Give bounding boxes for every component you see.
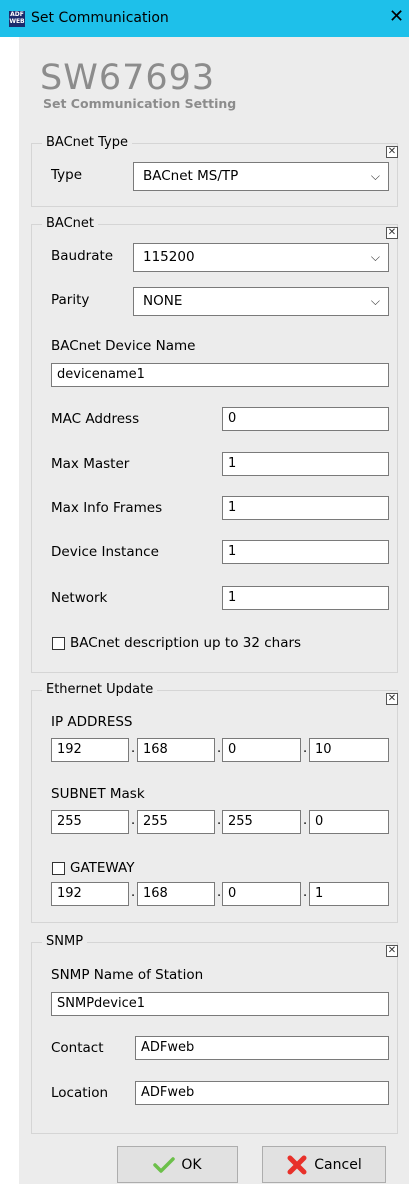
desc32-label: BACnet description up to 32 chars xyxy=(70,635,302,651)
gateway-octet-2[interactable]: 168 xyxy=(137,882,215,906)
mac-address-input[interactable]: 0 xyxy=(222,407,389,431)
desc32-checkbox[interactable] xyxy=(52,637,65,650)
group-title: Ethernet Update xyxy=(42,682,158,697)
subnet-octet-2[interactable]: 255 xyxy=(137,810,215,834)
device-name-label: BACnet Device Name xyxy=(51,338,196,354)
octet-dot: . xyxy=(217,741,222,756)
gateway-octet-3[interactable]: 0 xyxy=(222,882,301,906)
subnet-octet-1[interactable]: 255 xyxy=(51,810,129,834)
network-label: Network xyxy=(51,590,108,606)
close-box-icon[interactable]: ✕ xyxy=(386,146,398,158)
title-bar: ADF WEB Set Communication ✕ xyxy=(0,0,409,37)
octet-dot: . xyxy=(217,885,222,900)
snmp-station-input[interactable]: SNMPdevice1 xyxy=(51,992,389,1016)
subnet-octet-4[interactable]: 0 xyxy=(309,810,389,834)
octet-dot: . xyxy=(303,813,308,828)
device-name-input[interactable]: devicename1 xyxy=(51,363,389,387)
parity-label: Parity xyxy=(51,292,90,308)
device-instance-label: Device Instance xyxy=(51,544,159,560)
max-master-input[interactable]: 1 xyxy=(222,452,389,476)
ip-octet-3[interactable]: 0 xyxy=(222,738,301,762)
checkmark-icon xyxy=(153,1156,176,1173)
ip-octet-1[interactable]: 192 xyxy=(51,738,129,762)
gateway-label: GATEWAY xyxy=(70,860,135,876)
max-master-label: Max Master xyxy=(51,456,130,472)
snmp-station-label: SNMP Name of Station xyxy=(51,967,204,983)
octet-dot: . xyxy=(131,741,136,756)
ok-button[interactable]: OK xyxy=(117,1146,238,1183)
chevron-down-icon: ⌵ xyxy=(370,169,380,183)
max-info-frames-label: Max Info Frames xyxy=(51,500,163,516)
group-title: BACnet Type xyxy=(42,135,132,150)
chevron-down-icon: ⌵ xyxy=(370,250,380,264)
octet-dot: . xyxy=(131,813,136,828)
location-label: Location xyxy=(51,1085,109,1101)
baudrate-label: Baudrate xyxy=(51,248,114,264)
left-margin xyxy=(0,37,19,1195)
contact-label: Contact xyxy=(51,1040,104,1056)
contact-input[interactable]: ADFweb xyxy=(135,1036,389,1060)
bottom-margin xyxy=(0,1184,409,1195)
cancel-x-icon xyxy=(287,1155,307,1174)
group-title: BACnet xyxy=(42,216,98,231)
subnet-label: SUBNET Mask xyxy=(51,786,145,802)
device-instance-input[interactable]: 1 xyxy=(222,540,389,564)
ip-octet-2[interactable]: 168 xyxy=(137,738,215,762)
cancel-label: Cancel xyxy=(314,1156,362,1173)
close-box-icon[interactable]: ✕ xyxy=(386,227,398,239)
ok-label: OK xyxy=(181,1156,202,1173)
location-input[interactable]: ADFweb xyxy=(135,1081,389,1105)
baudrate-select[interactable]: 115200 ⌵ xyxy=(133,243,389,272)
parity-select[interactable]: NONE ⌵ xyxy=(133,287,389,316)
close-box-icon[interactable]: ✕ xyxy=(386,945,398,957)
subnet-octet-3[interactable]: 255 xyxy=(222,810,301,834)
octet-dot: . xyxy=(303,741,308,756)
ip-address-label: IP ADDRESS xyxy=(51,714,133,730)
gateway-checkbox[interactable] xyxy=(52,862,65,875)
close-icon[interactable]: ✕ xyxy=(389,6,404,27)
octet-dot: . xyxy=(303,885,308,900)
max-info-frames-input[interactable]: 1 xyxy=(222,496,389,520)
octet-dot: . xyxy=(131,885,136,900)
network-input[interactable]: 1 xyxy=(222,586,389,610)
ip-octet-4[interactable]: 10 xyxy=(309,738,389,762)
octet-dot: . xyxy=(217,813,222,828)
page-subtitle: Set Communication Setting xyxy=(43,96,237,111)
gateway-octet-4[interactable]: 1 xyxy=(309,882,389,906)
cancel-button[interactable]: Cancel xyxy=(262,1146,386,1183)
window-title: Set Communication xyxy=(31,10,169,26)
type-label: Type xyxy=(51,167,83,183)
mac-address-label: MAC Address xyxy=(51,411,140,427)
chevron-down-icon: ⌵ xyxy=(370,294,380,308)
close-box-icon[interactable]: ✕ xyxy=(386,693,398,705)
model-title: SW67693 xyxy=(40,58,216,98)
gateway-octet-1[interactable]: 192 xyxy=(51,882,129,906)
group-title: SNMP xyxy=(42,934,88,949)
type-select[interactable]: BACnet MS/TP ⌵ xyxy=(133,162,389,191)
app-icon: ADF WEB xyxy=(9,11,25,27)
